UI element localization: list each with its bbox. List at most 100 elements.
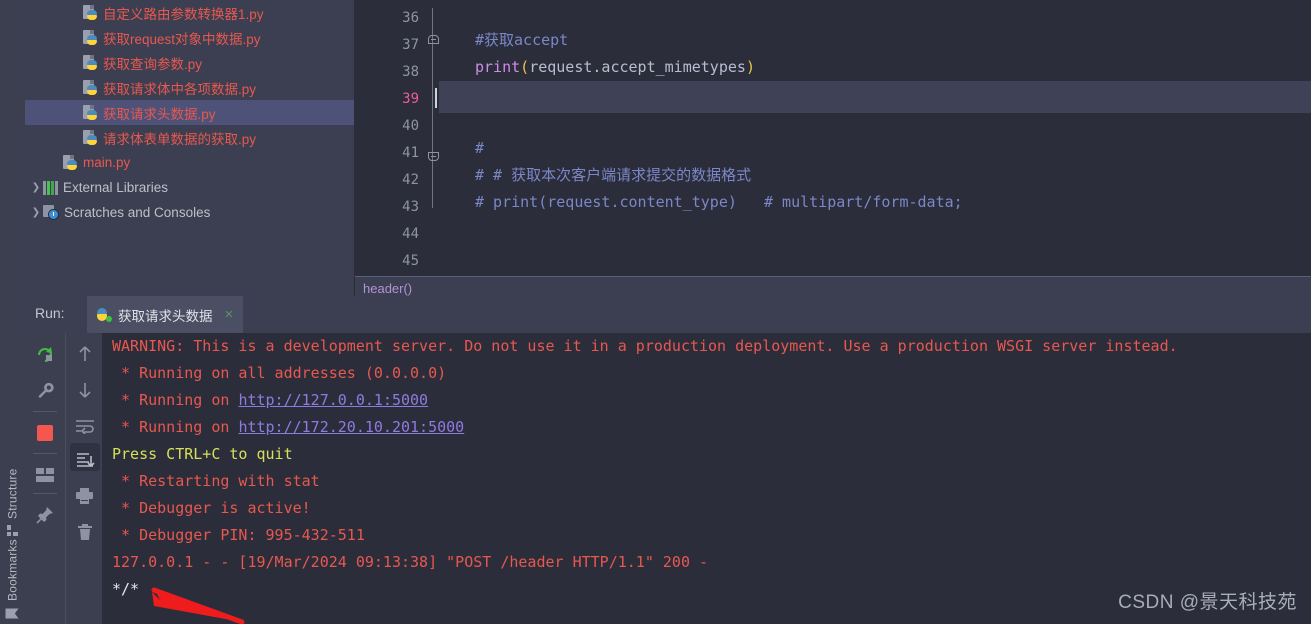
close-icon[interactable]: × [225,306,234,323]
console-line: 127.0.0.1 - - [19/Mar/2024 09:13:38] "PO… [102,549,1311,576]
line-number: 36 [402,10,419,26]
run-toolbar-right [65,333,103,624]
python-file-icon [83,129,98,146]
line-number: 42 [402,172,419,188]
toolbar-divider [33,411,57,412]
console-text: * Running on all addresses (0.0.0.0) [112,364,447,382]
run-tab[interactable]: 获取请求头数据 × [87,296,244,333]
chevron-right-icon[interactable]: ❯ [29,182,43,193]
toolbar-divider [33,453,57,454]
scroll-up-button[interactable] [66,337,103,371]
soft-wrap-button[interactable] [66,409,103,443]
tool-window-button-bookmarks[interactable]: Bookmarks [0,524,25,620]
code-editor[interactable]: 36 37 38 39 40 41 42 43 44 45 #获取accept print(requ… [355,0,1311,276]
console-line: WARNING: This is a development server. D… [102,333,1311,360]
code-line[interactable] [439,0,1311,27]
tree-item-label: 获取请求体中各项数据.py [103,81,257,97]
settings-button[interactable] [25,373,65,407]
code-line[interactable] [439,81,1311,108]
console-line: Press CTRL+C to quit [102,441,1311,468]
console-link[interactable]: http://172.20.10.201:5000 [238,418,464,436]
print-icon [76,488,93,504]
python-run-icon [97,307,112,323]
toolbar-divider [33,493,57,494]
tree-item[interactable]: 请求体表单数据的获取.py [25,125,355,150]
tree-item-label: 获取请求头数据.py [103,106,216,122]
tree-item[interactable]: 获取request对象中数据.py [25,25,355,50]
stop-button[interactable] [25,416,65,450]
tree-item[interactable]: ❯ External Libraries [25,175,355,200]
tree-item[interactable]: main.py [25,150,355,175]
console-text: Press CTRL+C to quit [112,445,293,463]
pin-button[interactable] [25,498,65,532]
line-number: 38 [402,64,419,80]
code-lines[interactable]: #获取accept print(request.accept_mimetypes)… [439,0,1311,276]
tree-item[interactable]: 获取请求体中各项数据.py [25,75,355,100]
python-file-icon [83,29,98,46]
console-text: * Debugger PIN: 995-432-511 [112,526,365,544]
console-line: * Restarting with stat [102,468,1311,495]
console-text: * Debugger is active! [112,499,311,517]
line-number: 44 [402,226,419,242]
line-number: 39 [402,91,419,107]
run-label: Run: [35,305,65,321]
tree-item-label: main.py [83,155,131,170]
scroll-down-icon [78,383,91,398]
tree-item[interactable]: ❯ Scratches and Consoles [25,200,355,225]
console-line: * Running on all addresses (0.0.0.0) [102,360,1311,387]
console-link[interactable]: http://127.0.0.1:5000 [238,391,428,409]
code-line[interactable]: # # 获取本次客户端请求提交的数据格式 [439,162,1311,189]
rerun-button[interactable] [25,337,65,371]
settings-wrench-icon [37,382,54,398]
console-text: * Running on [112,391,239,409]
tree-item-label: Scratches and Consoles [64,205,211,220]
line-number: 40 [402,118,419,134]
python-file-icon [63,154,78,171]
python-file-icon [83,104,98,121]
code-line[interactable] [439,216,1311,243]
project-tree[interactable]: 自定义路由参数转换器1.py 获取request对象中数据.py 获取查询参数.py… [25,0,355,296]
rerun-icon [38,347,52,362]
python-file-icon [83,4,98,21]
console-line: * Running on http://127.0.0.1:5000 [102,387,1311,414]
scratches-icon [43,205,59,220]
trash-button[interactable] [66,515,103,549]
bookmark-icon [6,609,19,619]
console-line: * Running on http://172.20.10.201:5000 [102,414,1311,441]
stop-icon [37,425,53,441]
tree-item[interactable]: 获取查询参数.py [25,50,355,75]
left-tool-strip: Structure Bookmarks [0,0,26,624]
editor-gutter[interactable]: 36 37 38 39 40 41 42 43 44 45 [355,0,427,276]
scroll-up-icon [78,346,91,361]
code-line[interactable]: # [439,135,1311,162]
tree-item-label: 自定义路由参数转换器1.py [103,6,264,22]
scroll-down-button[interactable] [66,373,103,407]
code-line[interactable] [439,108,1311,135]
run-toolbar-left [25,333,65,624]
run-console-output[interactable]: WARNING: This is a development server. D… [102,333,1311,624]
code-line[interactable] [439,243,1311,270]
line-number: 45 [402,253,419,269]
chevron-right-icon[interactable]: ❯ [29,207,43,218]
tool-window-button-structure[interactable]: Structure [0,440,25,536]
tree-item[interactable]: 自定义路由参数转换器1.py [25,0,355,25]
pin-icon [36,507,53,524]
trash-icon [77,524,92,540]
print-button[interactable] [66,479,103,513]
library-icon [43,180,58,195]
bookmarks-label: Bookmarks [5,539,20,601]
code-line[interactable]: print(request.accept_mimetypes) [439,54,1311,81]
console-text: */* [112,580,140,598]
code-line[interactable]: #获取accept [439,27,1311,54]
line-number: 37 [402,37,419,53]
scroll-to-end-button[interactable] [66,443,103,477]
ide-window: Structure Bookmarks 自定义路由参数转换器1.py 获取requ… [0,0,1311,624]
line-number: 43 [402,199,419,215]
run-panel-header: Run: 获取请求头数据 × [25,296,1311,333]
layout-icon [36,468,54,482]
layout-button[interactable] [25,458,65,492]
console-line: * Debugger is active! [102,495,1311,522]
tree-item[interactable]: 获取请求头数据.py [25,100,355,125]
tree-item-label: 请求体表单数据的获取.py [103,131,257,147]
code-line[interactable]: # print(request.content_type) # multipar… [439,189,1311,216]
